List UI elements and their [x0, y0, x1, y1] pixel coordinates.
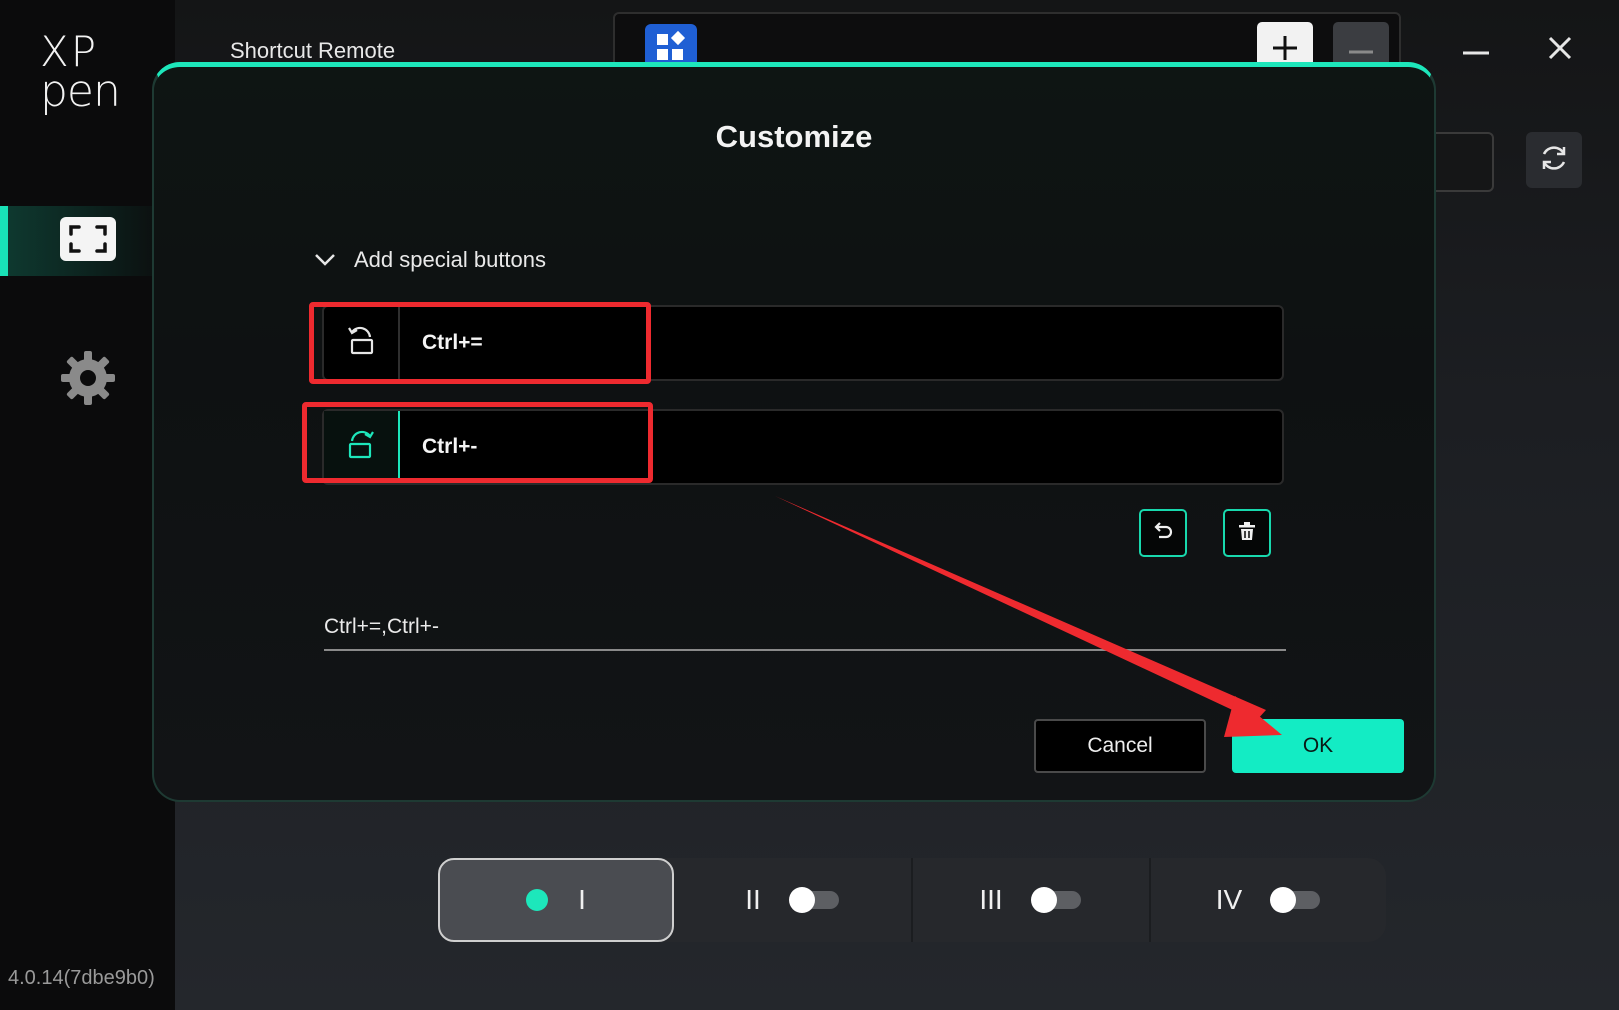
key-row-2[interactable]: Ctrl+-: [322, 409, 1284, 485]
add-special-buttons-toggle[interactable]: Add special buttons: [314, 247, 546, 273]
gear-icon: [59, 349, 117, 412]
tab-mode-3-toggle[interactable]: [1030, 887, 1081, 913]
key-row-1[interactable]: Ctrl+=: [322, 305, 1284, 381]
fullscreen-frame-icon: [59, 216, 117, 267]
window-title: Shortcut Remote: [230, 38, 396, 63]
right-field-edge: [1436, 132, 1494, 192]
trash-icon: [1236, 520, 1258, 547]
rotate-right-icon: [344, 428, 378, 467]
tab-mode-3-label: III: [979, 884, 1003, 915]
key-row-1-icon-cell: [324, 307, 400, 379]
tab-mode-4-toggle[interactable]: [1270, 887, 1321, 913]
undo-button[interactable]: [1139, 509, 1187, 557]
section-label: Add special buttons: [354, 247, 547, 272]
rotate-left-icon: [344, 324, 378, 363]
delete-button[interactable]: [1223, 509, 1271, 557]
tab-mode-4[interactable]: IV: [1150, 858, 1386, 942]
key-row-1-label: Ctrl+=: [422, 331, 483, 354]
close-icon[interactable]: [1540, 28, 1580, 68]
sidebar-item-settings[interactable]: [0, 345, 175, 415]
version-label: 4.0.14(7dbe9b0): [8, 967, 155, 989]
undo-icon: [1151, 519, 1175, 548]
logo-line2: pen: [40, 66, 121, 117]
key-row-2-icon-cell: [324, 411, 400, 483]
sidebar-item-shortcut-remote[interactable]: [0, 206, 175, 276]
refresh-button[interactable]: [1526, 132, 1582, 188]
tab-mode-1-label: I: [578, 884, 586, 915]
shortcut-output-field[interactable]: Ctrl+=,Ctrl+-: [324, 603, 1286, 651]
refresh-icon: [1538, 142, 1570, 179]
tab-mode-3[interactable]: III: [912, 858, 1148, 942]
tab-mode-1[interactable]: I: [438, 858, 674, 942]
cancel-button[interactable]: Cancel: [1034, 719, 1206, 773]
tab-mode-2-label: II: [745, 884, 761, 915]
tab-mode-4-label: IV: [1215, 884, 1243, 915]
active-dot-icon: [526, 889, 549, 911]
dialog-title: Customize: [715, 119, 873, 154]
sidebar: XP pen 4.0.14(7dbe9b0): [0, 0, 175, 1010]
key-row-2-label: Ctrl+-: [422, 435, 478, 458]
customize-dialog: Customize Add special buttons Ctrl+= Ctr…: [152, 62, 1436, 802]
chevron-down-icon: [314, 247, 336, 273]
mode-tabs: I II III IV: [438, 858, 1386, 942]
tab-mode-2[interactable]: II: [674, 858, 910, 942]
tab-mode-2-toggle[interactable]: [788, 887, 839, 913]
minimize-icon[interactable]: [1456, 28, 1496, 68]
xppen-logo: XP pen: [40, 31, 140, 117]
ok-button[interactable]: OK: [1232, 719, 1404, 773]
